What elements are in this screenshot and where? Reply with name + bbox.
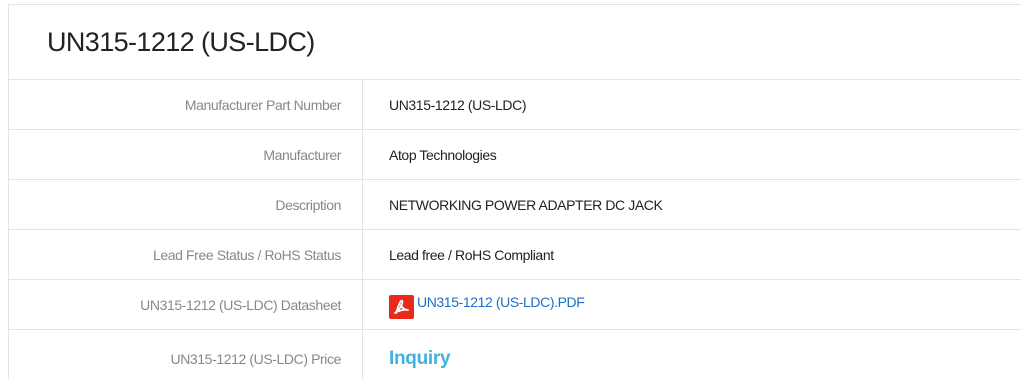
title-row: UN315-1212 (US-LDC) <box>9 5 1021 80</box>
product-info-panel: UN315-1212 (US-LDC) Manufacturer Part Nu… <box>8 4 1021 379</box>
row-label: Manufacturer <box>9 130 363 179</box>
row-label: UN315-1212 (US-LDC) Datasheet <box>9 280 363 329</box>
row-value-cell: UN315-1212 (US-LDC).PDF <box>363 280 1021 329</box>
inquiry-link[interactable]: Inquiry <box>389 348 451 370</box>
table-row-rohs-status: Lead Free Status / RoHS Status Lead free… <box>9 230 1021 280</box>
page-title: UN315-1212 (US-LDC) <box>47 26 315 57</box>
row-value-cell: Inquiry <box>363 330 1021 379</box>
table-row-datasheet: UN315-1212 (US-LDC) Datasheet UN315-1212… <box>9 280 1021 330</box>
datasheet-link-text: UN315-1212 (US-LDC).PDF <box>417 293 585 310</box>
row-label: Lead Free Status / RoHS Status <box>9 230 363 279</box>
row-value: UN315-1212 (US-LDC) <box>389 96 527 113</box>
row-label: Manufacturer Part Number <box>9 80 363 129</box>
pdf-file-icon <box>389 294 414 319</box>
row-label: Description <box>9 180 363 229</box>
row-value: Lead free / RoHS Compliant <box>389 246 554 263</box>
table-row-part-number: Manufacturer Part Number UN315-1212 (US-… <box>9 80 1021 130</box>
table-row-price: UN315-1212 (US-LDC) Price Inquiry <box>9 330 1021 379</box>
row-value: Atop Technologies <box>389 146 497 163</box>
table-row-description: Description NETWORKING POWER ADAPTER DC … <box>9 180 1021 230</box>
datasheet-link[interactable]: UN315-1212 (US-LDC).PDF <box>389 285 585 319</box>
row-label: UN315-1212 (US-LDC) Price <box>9 330 363 379</box>
table-row-manufacturer: Manufacturer Atop Technologies <box>9 130 1021 180</box>
row-value: NETWORKING POWER ADAPTER DC JACK <box>389 196 663 213</box>
